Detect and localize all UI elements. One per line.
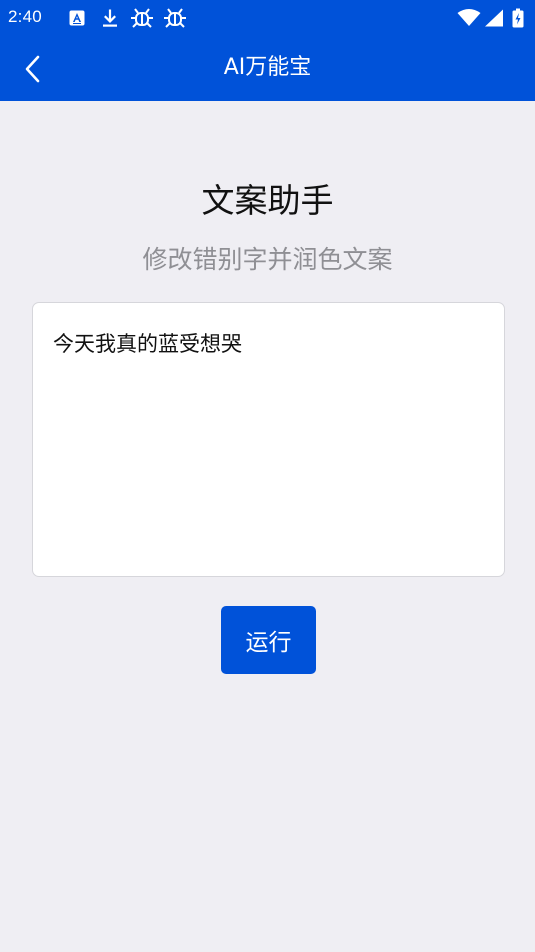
bug-icon [163,8,187,28]
app-notification-icon [68,8,86,28]
status-bar: 2:40 [0,0,535,36]
battery-charging-icon [512,8,524,28]
download-icon [101,8,119,28]
status-time: 2:40 [8,7,42,26]
bug-icon [130,8,154,28]
copy-text-input[interactable]: 今天我真的蓝受想哭 [32,302,505,577]
app-bar: AI万能宝 [0,36,535,101]
page-subtitle: 修改错别字并润色文案 [142,245,393,274]
run-button[interactable]: 运行 [221,606,316,674]
page-title: 文案助手 [201,181,334,220]
signal-icon [484,8,504,28]
app-title: AI万能宝 [223,55,312,80]
wifi-icon [457,8,481,28]
